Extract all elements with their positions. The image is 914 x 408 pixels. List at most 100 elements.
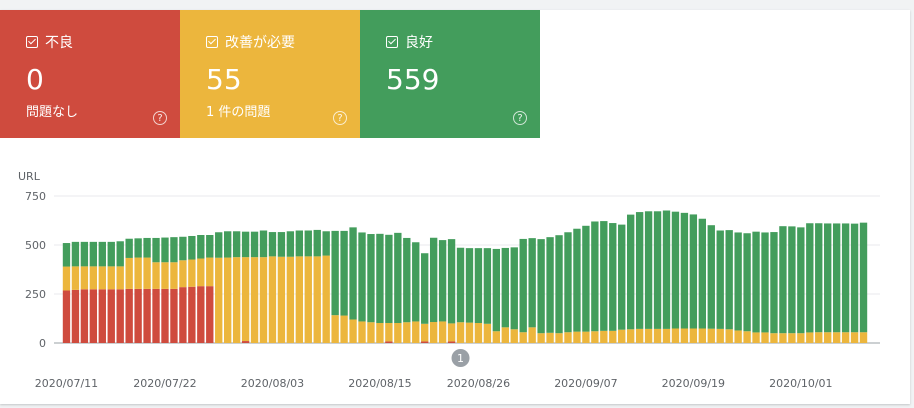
bar-segment-needs-improvement[interactable] [797,333,805,343]
bar-segment-needs-improvement[interactable] [259,257,268,343]
bar-segment-good[interactable] [161,237,169,263]
bar-segment-needs-improvement[interactable] [600,330,608,343]
bar-segment-needs-improvement[interactable] [286,256,295,343]
bar-segment-good[interactable] [116,241,124,267]
bar-segment-needs-improvement[interactable] [492,331,501,343]
bar-segment-good[interactable] [152,237,160,263]
bar-segment-good[interactable] [304,230,312,257]
bar-segment-poor[interactable] [107,289,115,343]
bar-segment-poor[interactable] [179,287,187,343]
bar-segment-good[interactable] [259,230,268,258]
bar-segment-needs-improvement[interactable] [268,256,277,343]
bar-segment-needs-improvement[interactable] [98,266,106,290]
bar-segment-good[interactable] [770,232,778,334]
bar-segment-needs-improvement[interactable] [197,258,205,287]
bar-segment-needs-improvement[interactable] [662,328,671,343]
bar-segment-poor[interactable] [116,289,124,343]
bar-segment-needs-improvement[interactable] [161,262,169,289]
bar-segment-needs-improvement[interactable] [806,332,814,343]
bar-segment-needs-improvement[interactable] [555,333,563,343]
bar-segment-good[interactable] [501,247,509,328]
bar-segment-needs-improvement[interactable] [322,255,330,343]
bar-segment-good[interactable] [725,230,733,330]
bar-segment-good[interactable] [689,214,698,329]
bar-segment-needs-improvement[interactable] [340,315,348,343]
bar-segment-good[interactable] [653,211,662,329]
bar-segment-good[interactable] [197,235,205,259]
bar-segment-needs-improvement[interactable] [250,257,259,343]
bar-segment-good[interactable] [635,212,644,329]
bar-segment-needs-improvement[interactable] [770,333,778,343]
bar-segment-good[interactable] [546,237,554,333]
bar-segment-needs-improvement[interactable] [456,322,465,343]
bar-segment-good[interactable] [188,235,196,260]
bar-segment-needs-improvement[interactable] [71,266,80,290]
bar-segment-poor[interactable] [197,286,205,343]
bar-segment-needs-improvement[interactable] [546,332,554,343]
bar-segment-good[interactable] [564,232,572,333]
bar-segment-needs-improvement[interactable] [179,260,187,288]
bar-segment-needs-improvement[interactable] [779,333,787,343]
bar-segment-needs-improvement[interactable] [89,266,98,290]
bar-segment-poor[interactable] [125,288,133,343]
bar-segment-good[interactable] [859,222,868,333]
bar-segment-needs-improvement[interactable] [143,257,151,289]
bar-segment-needs-improvement[interactable] [859,332,868,343]
bar-segment-good[interactable] [627,214,635,330]
bar-segment-good[interactable] [412,242,420,322]
bar-segment-needs-improvement[interactable] [743,331,751,343]
bar-segment-good[interactable] [824,223,832,333]
bar-segment-needs-improvement[interactable] [412,321,420,343]
bar-segment-poor[interactable] [206,286,214,343]
bar-segment-good[interactable] [241,231,250,258]
bar-segment-good[interactable] [367,234,375,323]
bar-segment-needs-improvement[interactable] [815,332,823,343]
bar-segment-good[interactable] [232,231,241,258]
bar-segment-needs-improvement[interactable] [465,322,474,343]
bar-segment-good[interactable] [268,232,277,257]
bar-segment-good[interactable] [510,247,518,330]
bar-segment-good[interactable] [438,240,447,322]
bar-segment-poor[interactable] [241,341,250,343]
bar-segment-needs-improvement[interactable] [331,315,339,343]
bar-segment-good[interactable] [331,230,339,316]
bar-segment-good[interactable] [555,235,563,334]
bar-segment-good[interactable] [815,223,823,333]
bar-segment-needs-improvement[interactable] [152,262,160,289]
bar-segment-needs-improvement[interactable] [367,322,375,343]
bar-segment-good[interactable] [80,241,89,267]
bar-segment-needs-improvement[interactable] [304,256,312,343]
bar-segment-good[interactable] [698,218,706,329]
bar-segment-good[interactable] [429,237,438,323]
help-icon[interactable]: ? [513,111,527,125]
bar-segment-needs-improvement[interactable] [573,331,581,343]
bar-segment-needs-improvement[interactable] [788,333,796,343]
bar-segment-needs-improvement[interactable] [698,328,706,343]
bar-segment-good[interactable] [206,235,214,258]
checkbox-checked-icon[interactable] [26,36,38,48]
bar-segment-needs-improvement[interactable] [376,323,384,343]
bar-segment-good[interactable] [591,221,599,332]
bar-segment-needs-improvement[interactable] [627,329,635,343]
bar-segment-poor[interactable] [71,289,80,343]
bar-segment-needs-improvement[interactable] [241,257,250,342]
bar-segment-good[interactable] [528,238,536,328]
bar-segment-needs-improvement[interactable] [438,321,447,343]
tile-poor[interactable]: 不良 0 問題なし ? [0,10,180,138]
bar-segment-good[interactable] [761,232,769,333]
bar-segment-needs-improvement[interactable] [125,257,133,289]
bar-segment-good[interactable] [250,231,259,258]
bar-segment-good[interactable] [170,237,178,263]
bar-segment-needs-improvement[interactable] [635,328,644,343]
bar-segment-needs-improvement[interactable] [582,331,590,343]
bar-segment-needs-improvement[interactable] [358,321,366,343]
bar-segment-needs-improvement[interactable] [510,329,518,343]
bar-segment-poor[interactable] [170,288,178,343]
bar-segment-needs-improvement[interactable] [689,328,698,343]
bar-segment-good[interactable] [394,232,402,324]
bar-segment-poor[interactable] [421,341,429,343]
bar-segment-needs-improvement[interactable] [519,332,527,343]
bar-segment-needs-improvement[interactable] [591,331,599,343]
bar-segment-needs-improvement[interactable] [62,266,71,291]
bar-segment-good[interactable] [224,231,232,258]
